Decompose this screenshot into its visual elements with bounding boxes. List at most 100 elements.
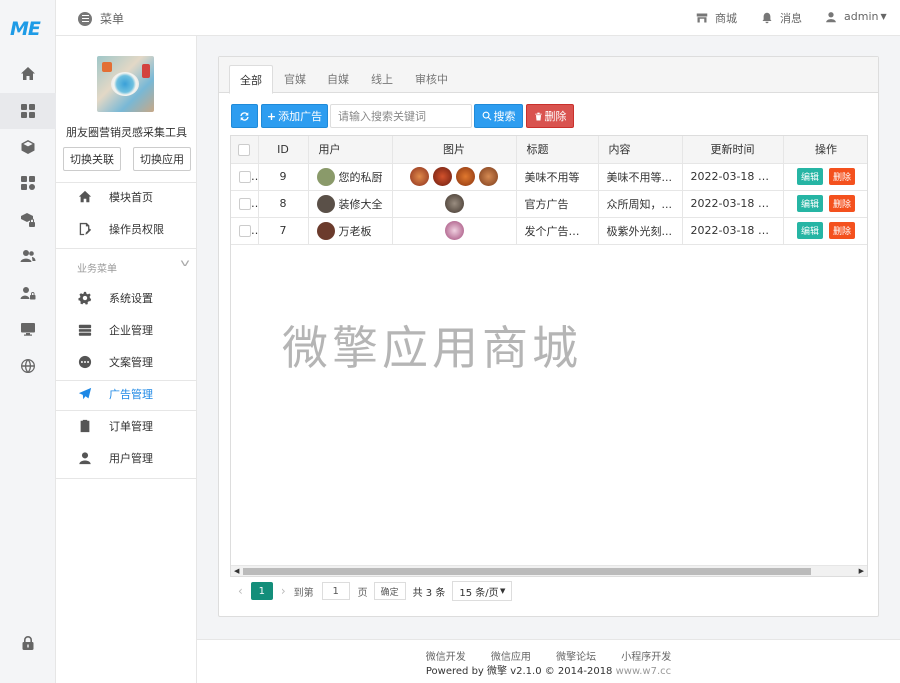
delete-button[interactable]: 删除 xyxy=(526,104,574,128)
goto-page-input[interactable]: 1 xyxy=(321,582,350,600)
cube-icon[interactable] xyxy=(0,129,56,165)
ad-image[interactable] xyxy=(410,167,429,186)
column-header: 图片 xyxy=(392,136,517,164)
app-name: 朋友圈营销灵感采集工具 xyxy=(66,126,187,139)
ad-image[interactable] xyxy=(479,167,498,186)
powered-by: Powered by 微擎 v2.1.0 © 2014-2018 xyxy=(425,666,613,677)
paper-plane-icon xyxy=(78,387,92,400)
tab-official-media[interactable]: 官媒 xyxy=(274,65,316,93)
switch-app-button[interactable]: 切换应用 xyxy=(133,147,191,171)
cell-user: 装修大全 xyxy=(338,197,383,211)
tab-under-review[interactable]: 审核中 xyxy=(405,65,458,93)
tab-all[interactable]: 全部 xyxy=(229,65,273,94)
module-sidebar: 朋友圈营销灵感采集工具 切换关联 切换应用 模块首页 操作员权限 业务菜单 v … xyxy=(56,36,197,683)
column-header: 更新时间 xyxy=(682,136,784,164)
page-size-select[interactable]: 15 条/页 ▼ xyxy=(452,581,513,601)
row-checkbox[interactable] xyxy=(239,198,251,210)
scrollbar-thumb[interactable] xyxy=(243,568,811,575)
avatar xyxy=(316,167,335,186)
row-checkbox[interactable] xyxy=(239,171,251,183)
lock-icon[interactable] xyxy=(0,625,56,661)
cell-user: 您的私厨 xyxy=(338,170,383,184)
menu-group-label: 业务菜单 xyxy=(77,264,117,275)
column-header: 标题 xyxy=(516,136,599,164)
sidebar-item-ad-management[interactable]: 广告管理 xyxy=(56,378,197,410)
home-icon[interactable] xyxy=(0,56,56,92)
sidebar-item-label: 广告管理 xyxy=(109,388,153,401)
tab-self-media[interactable]: 自媒 xyxy=(317,65,359,93)
monitor-icon[interactable] xyxy=(0,311,56,347)
user-menu[interactable]: admin ▼ xyxy=(825,10,887,23)
globe-icon[interactable] xyxy=(0,348,56,384)
add-ad-button[interactable]: + 添加广告 xyxy=(261,104,328,128)
clipboard-icon xyxy=(80,419,90,433)
menu-toggle[interactable]: 菜单 xyxy=(78,10,124,27)
next-page-icon[interactable]: › xyxy=(281,584,286,598)
search-input[interactable] xyxy=(330,104,472,128)
scroll-left-icon[interactable]: ◀ xyxy=(234,567,239,575)
store-link[interactable]: 商城 xyxy=(696,10,737,26)
menu-label: 菜单 xyxy=(100,12,125,26)
trash-icon xyxy=(534,112,542,120)
sidebar-item-enterprise[interactable]: 企业管理 xyxy=(56,314,197,346)
dots-icon xyxy=(78,355,92,369)
sidebar-item-label: 操作员权限 xyxy=(109,223,164,236)
edit-button[interactable]: 编辑 xyxy=(796,222,823,239)
prev-page-icon[interactable]: ‹ xyxy=(238,584,243,598)
delete-row-button[interactable]: 删除 xyxy=(829,195,856,212)
edit-button[interactable]: 编辑 xyxy=(796,168,823,185)
plus-icon: + xyxy=(266,109,277,123)
switch-link-button[interactable]: 切换关联 xyxy=(63,147,121,171)
refresh-button[interactable] xyxy=(231,104,258,128)
sidebar-item-users[interactable]: 用户管理 xyxy=(56,442,197,474)
delete-row-button[interactable]: 删除 xyxy=(829,168,856,185)
goto-confirm-button[interactable]: 确定 xyxy=(373,582,406,600)
horizontal-scrollbar[interactable]: ◀ ▶ xyxy=(231,565,867,576)
menu-icon xyxy=(78,11,92,26)
tab-online[interactable]: 线上 xyxy=(361,65,403,93)
total-count: 共 3 条 xyxy=(412,587,446,599)
tab-bar: 全部 官媒 自媒 线上 审核中 xyxy=(219,57,878,94)
cell-content: 众所周知，... xyxy=(598,190,683,218)
sidebar-item-operator-permissions[interactable]: 操作员权限 xyxy=(56,213,197,245)
footer-domain[interactable]: www.w7.cc xyxy=(616,666,672,677)
top-bar: 菜单 商城 消息 admin ▼ xyxy=(56,0,900,36)
user-lock-icon[interactable] xyxy=(0,275,56,311)
select-all-cell[interactable] xyxy=(231,136,259,164)
messages-link[interactable]: 消息 xyxy=(761,10,802,26)
apps-icon[interactable] xyxy=(0,165,56,201)
page-size-value: 15 条/页 xyxy=(459,587,499,599)
scroll-right-icon[interactable]: ▶ xyxy=(859,567,864,575)
sidebar-item-orders[interactable]: 订单管理 xyxy=(56,410,197,442)
user-name: admin xyxy=(844,10,879,23)
delete-row-button[interactable]: 删除 xyxy=(829,222,856,239)
cell-id: 9 xyxy=(258,163,309,191)
sidebar-item-label: 企业管理 xyxy=(109,324,153,337)
edit-button[interactable]: 编辑 xyxy=(796,195,823,212)
grid-icon[interactable] xyxy=(0,93,56,129)
caret-down-icon: ▼ xyxy=(880,12,887,21)
sidebar-item-label: 系统设置 xyxy=(109,292,153,305)
chevron-down-icon[interactable]: v xyxy=(180,258,189,269)
cell-content: 美味不用等... xyxy=(598,163,683,191)
ad-image[interactable] xyxy=(456,167,475,186)
lock-box-icon[interactable] xyxy=(0,202,56,238)
search-button[interactable]: 搜索 xyxy=(474,104,523,128)
cell-title: 美味不用等 xyxy=(516,163,599,191)
cell-updated-time: 2022-03-18 11:33 xyxy=(682,163,784,191)
row-checkbox[interactable] xyxy=(239,225,251,237)
logo[interactable]: ME xyxy=(10,18,41,40)
sidebar-item-module-home[interactable]: 模块首页 xyxy=(56,181,197,213)
users-icon[interactable] xyxy=(0,238,56,274)
column-header: 用户 xyxy=(308,136,393,164)
sidebar-item-copywriting[interactable]: 文案管理 xyxy=(56,346,197,378)
sidebar-item-system-settings[interactable]: 系统设置 xyxy=(56,282,197,314)
ad-image[interactable] xyxy=(444,221,464,240)
edit-doc-icon xyxy=(79,222,92,236)
add-ad-label: 添加广告 xyxy=(278,110,323,123)
page-number-current[interactable]: 1 xyxy=(250,582,273,600)
ad-image[interactable] xyxy=(433,167,452,186)
ad-image[interactable] xyxy=(444,194,464,213)
footer: 微信开发 微信应用 微擎论坛 小程序开发 Powered by 微擎 v2.1.… xyxy=(197,639,900,683)
select-all-checkbox[interactable] xyxy=(238,143,251,156)
